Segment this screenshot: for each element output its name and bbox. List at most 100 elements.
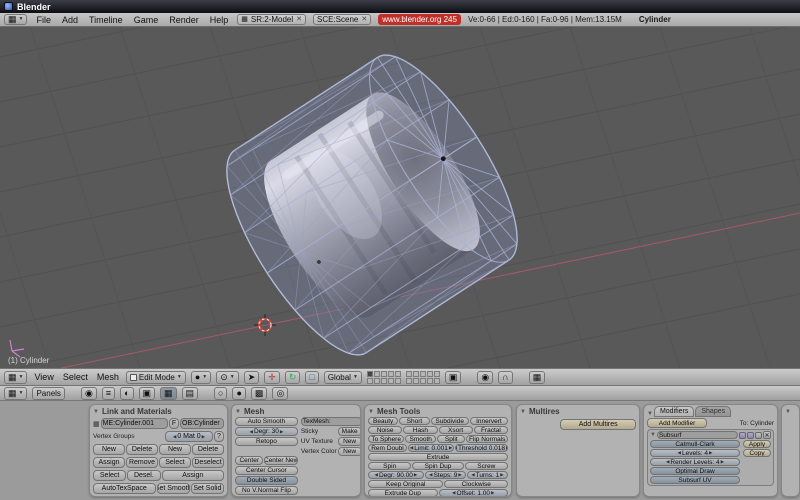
spin-turns-field[interactable]: Turns: 1	[467, 471, 508, 479]
spin-button[interactable]: Spin	[368, 462, 411, 470]
rem-doubles-button[interactable]: Rem Doubl	[368, 444, 407, 452]
material-delete-button[interactable]: Delete	[192, 444, 224, 455]
clockwise-toggle[interactable]: Clockwise	[444, 480, 508, 488]
menu-file[interactable]: File	[34, 15, 53, 25]
subcontext-texture-button[interactable]: ▩	[251, 387, 268, 400]
vgroup-new-button[interactable]: New	[93, 444, 125, 455]
panel-collapse-icon[interactable]: ▼	[647, 411, 653, 417]
panel-collapse-icon[interactable]: ▼	[235, 409, 241, 415]
screw-button[interactable]: Screw	[465, 462, 508, 470]
manipulator-hand-button[interactable]: ➤	[244, 371, 260, 384]
draw-type-dropdown[interactable]: ● ▼	[191, 371, 211, 384]
close-icon[interactable]: ✕	[296, 16, 302, 23]
vertex-color-new-button[interactable]: New	[338, 447, 361, 456]
tab-shapes[interactable]: Shapes	[695, 406, 731, 417]
material-new-button[interactable]: New	[159, 444, 191, 455]
context-shading-button[interactable]: ◐	[120, 387, 133, 400]
subcontext-world-button[interactable]: ◎	[272, 387, 288, 400]
menu-render[interactable]: Render	[167, 15, 201, 25]
context-script-button[interactable]: ≡	[102, 387, 115, 400]
flip-normals-button[interactable]: Flip Normals	[466, 435, 508, 443]
menu-mesh[interactable]: Mesh	[95, 372, 121, 382]
vgroup-deselect-button[interactable]: Desel.	[127, 470, 160, 481]
layer-1[interactable]	[367, 371, 373, 377]
subcontext-lamp-button[interactable]: ○	[214, 387, 227, 400]
material-assign-button[interactable]: Assign	[162, 470, 225, 481]
menu-game[interactable]: Game	[132, 15, 161, 25]
double-sided-toggle[interactable]: Double Sided	[235, 476, 298, 485]
optimal-draw-toggle[interactable]: Optimal Draw	[650, 467, 740, 475]
tab-modifiers[interactable]: Modifiers	[654, 406, 694, 417]
render-levels-field[interactable]: Render Levels: 4	[650, 458, 740, 466]
fake-user-button[interactable]: F	[169, 418, 179, 429]
panel-collapse-icon[interactable]: ▼	[93, 409, 99, 415]
auto-smooth-angle-field[interactable]: Degr: 30	[235, 427, 298, 436]
lock-layers-button[interactable]: ▣	[445, 371, 462, 384]
vgroup-delete-button[interactable]: Delete	[126, 444, 158, 455]
modifier-name-field[interactable]: Subsurf	[657, 431, 738, 439]
modifier-render-icon[interactable]	[739, 432, 746, 439]
panel-collapse-icon[interactable]: ▼	[785, 409, 791, 415]
subcontext-material-button[interactable]: ●	[232, 387, 245, 400]
mesh-datablock-icon[interactable]: ▦	[93, 420, 100, 428]
material-index-field[interactable]: 0 Mat 0	[165, 431, 213, 442]
set-solid-button[interactable]: Set Solid	[191, 483, 224, 494]
extrude-dup-button[interactable]: Extrude Dup	[368, 489, 438, 497]
extrude-button[interactable]: Extrude	[368, 453, 508, 461]
vgroup-assign-button[interactable]: Assign	[93, 457, 125, 468]
viewport-type-menu[interactable]: ▦ ▼	[4, 371, 27, 384]
center-new-button[interactable]: Center New	[264, 456, 297, 465]
context-editing-button[interactable]: ▦	[160, 387, 177, 400]
menu-timeline[interactable]: Timeline	[87, 15, 125, 25]
modifier-collapse-icon[interactable]: ▼	[650, 432, 656, 438]
mesh-name-field[interactable]: ME:Cylinder.001	[101, 418, 168, 429]
center-cursor-button[interactable]: Center Cursor	[235, 466, 298, 475]
window-type-menu[interactable]: ▦ ▼	[4, 14, 27, 25]
vgroup-select-button[interactable]: Select	[93, 470, 126, 481]
subdivide-button[interactable]: Subdivide	[431, 417, 469, 425]
modifier-copy-button[interactable]: Copy	[743, 449, 771, 457]
menu-add[interactable]: Add	[60, 15, 80, 25]
spin-dup-button[interactable]: Spin Dup	[412, 462, 463, 470]
texmesh-field[interactable]: TexMesh:	[301, 417, 361, 426]
modifier-realtime-icon[interactable]	[747, 432, 754, 439]
context-scene-button[interactable]: ▤	[182, 387, 199, 400]
manipulator-rotate-button[interactable]: ↻	[285, 371, 301, 384]
smooth-button[interactable]: Smooth	[405, 435, 436, 443]
fractal-button[interactable]: Fractal	[474, 426, 508, 434]
panels-menu-button[interactable]: Panels	[32, 387, 64, 400]
add-multires-button[interactable]: Add Multires	[560, 419, 636, 430]
xsort-button[interactable]: Xsort	[439, 426, 473, 434]
close-icon[interactable]: ✕	[361, 16, 367, 23]
hash-button[interactable]: Hash	[403, 426, 437, 434]
modifier-editmode-icon[interactable]	[755, 432, 762, 439]
noise-button[interactable]: Noise	[368, 426, 402, 434]
panel-collapse-icon[interactable]: ▼	[520, 409, 526, 415]
layer-buttons-right[interactable]	[406, 371, 440, 384]
context-object-button[interactable]: ▣	[139, 387, 156, 400]
vgroup-remove-button[interactable]: Remove	[126, 457, 158, 468]
set-smooth-button[interactable]: Set Smooth	[157, 483, 190, 494]
scene-selector[interactable]: SCE:Scene ✕	[313, 14, 371, 25]
3d-viewport[interactable]: (1) Cylinder	[0, 27, 800, 368]
menu-view[interactable]: View	[32, 372, 55, 382]
subsurf-uv-toggle[interactable]: Subsurf UV	[650, 476, 740, 484]
split-button[interactable]: Split	[437, 435, 465, 443]
keep-original-toggle[interactable]: Keep Original	[368, 480, 443, 488]
uv-texture-new-button[interactable]: New	[338, 437, 361, 446]
layer-buttons-left[interactable]	[367, 371, 401, 384]
spin-steps-field[interactable]: Steps: 9	[425, 471, 466, 479]
buttons-window-type-menu[interactable]: ▦ ▼	[4, 387, 27, 400]
material-help-button[interactable]: ?	[214, 431, 224, 442]
subdivision-type-dropdown[interactable]: Catmull-Clark	[650, 440, 740, 448]
snap-button[interactable]: ∩	[498, 371, 512, 384]
beauty-toggle[interactable]: Beauty	[368, 417, 398, 425]
context-logic-button[interactable]: ◉	[81, 387, 97, 400]
screen-selector[interactable]: ▦ SR:2-Model ✕	[237, 14, 306, 25]
autotexspace-button[interactable]: AutoTexSpace	[93, 483, 156, 494]
mode-dropdown[interactable]: Edit Mode ▼	[126, 371, 186, 384]
proportional-edit-button[interactable]: ◉	[477, 371, 493, 384]
pivot-dropdown[interactable]: ⊙ ▼	[216, 371, 239, 384]
render-preview-button[interactable]: ▦	[529, 371, 546, 384]
innervert-toggle[interactable]: Innervert	[470, 417, 508, 425]
